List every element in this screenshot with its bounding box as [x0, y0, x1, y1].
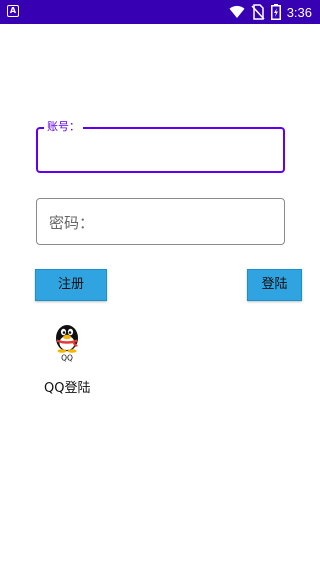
password-input[interactable] [47, 209, 276, 237]
wifi-icon [229, 5, 245, 18]
qq-penguin-icon[interactable]: QQ [45, 322, 89, 362]
qq-logo-text: QQ [61, 354, 73, 363]
qq-login-label[interactable]: QQ登陆 [44, 377, 90, 396]
status-icons: 3:36 [229, 0, 312, 24]
account-input[interactable] [48, 137, 277, 165]
account-label: 账号： [44, 120, 83, 134]
register-button[interactable]: 注册 [35, 269, 107, 301]
login-screen: A 3:36 账号： 注册 登陆 QQ QQ登陆 [0, 0, 320, 570]
login-button[interactable]: 登陆 [247, 269, 302, 301]
no-sim-icon [251, 4, 265, 20]
account-field[interactable]: 账号： [36, 120, 285, 173]
password-field[interactable] [36, 198, 285, 245]
status-bar: A 3:36 [0, 0, 320, 24]
status-time: 3:36 [286, 4, 312, 20]
app-notification-icon: A [7, 5, 19, 17]
battery-charging-icon [270, 4, 281, 20]
